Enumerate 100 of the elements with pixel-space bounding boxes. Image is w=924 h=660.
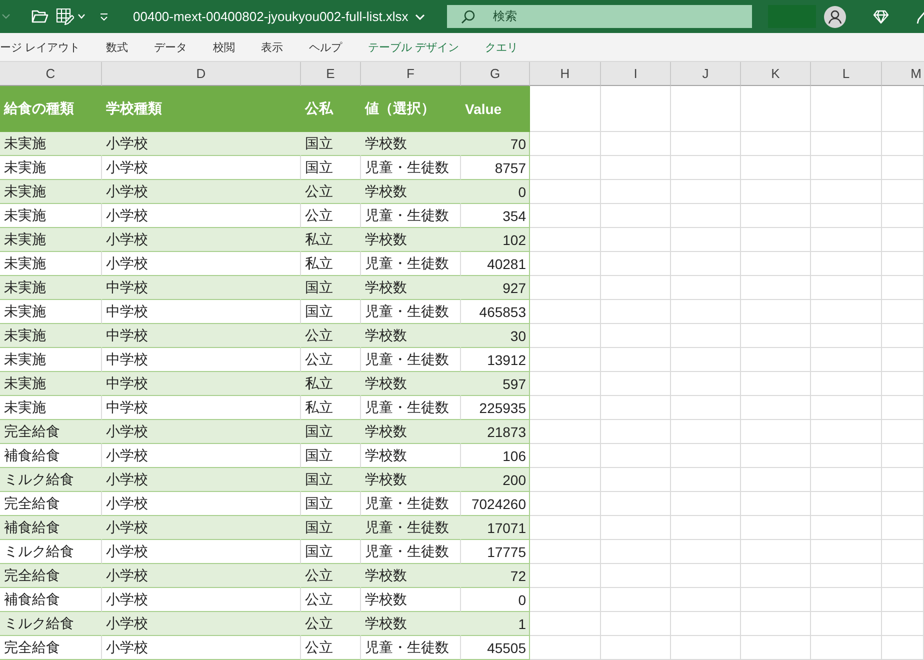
table-cell: 児童・生徒数 bbox=[361, 516, 461, 540]
table-cell: 公立 bbox=[301, 636, 361, 660]
table-cell: 小学校 bbox=[102, 468, 301, 492]
table-cell: 小学校 bbox=[102, 516, 301, 540]
table-cell: 17071 bbox=[461, 516, 530, 540]
table-cell: 354 bbox=[461, 204, 530, 228]
table-cell: 国立 bbox=[301, 420, 361, 444]
table-cell: 私立 bbox=[301, 252, 361, 276]
table-cell: 児童・生徒数 bbox=[361, 300, 461, 324]
column-header[interactable]: F bbox=[361, 62, 461, 86]
table-cell: 30 bbox=[461, 324, 530, 348]
table-cell: 学校数 bbox=[361, 588, 461, 612]
table-cell: 小学校 bbox=[102, 132, 301, 156]
table-cell: 国立 bbox=[301, 540, 361, 564]
column-header[interactable]: I bbox=[601, 62, 671, 86]
table-cell: 完全給食 bbox=[0, 636, 102, 660]
table-cell: 児童・生徒数 bbox=[361, 396, 461, 420]
table-cell: ミルク給食 bbox=[0, 468, 102, 492]
table-cell: 児童・生徒数 bbox=[361, 156, 461, 180]
table-cell: 国立 bbox=[301, 516, 361, 540]
table-cell: 中学校 bbox=[102, 276, 301, 300]
table-cell: 0 bbox=[461, 588, 530, 612]
column-header[interactable]: K bbox=[741, 62, 811, 86]
table-cell: 小学校 bbox=[102, 564, 301, 588]
table-cell: 完全給食 bbox=[0, 420, 102, 444]
column-header[interactable]: M bbox=[882, 62, 924, 86]
table-cell: 未実施 bbox=[0, 372, 102, 396]
table-cell: 学校数 bbox=[361, 132, 461, 156]
column-header[interactable]: G bbox=[461, 62, 530, 86]
ribbon-tab[interactable]: クエリ bbox=[485, 40, 518, 54]
ribbon-tab[interactable]: 校閲 bbox=[213, 40, 236, 54]
column-header[interactable]: C bbox=[0, 62, 102, 86]
table-cell: 中学校 bbox=[102, 300, 301, 324]
table-cell: 小学校 bbox=[102, 228, 301, 252]
ribbon-tab[interactable]: テーブル デザイン bbox=[368, 40, 460, 54]
folder-icon[interactable] bbox=[31, 9, 49, 24]
ribbon-tab[interactable]: 数式 bbox=[106, 40, 128, 54]
column-header[interactable]: H bbox=[530, 62, 601, 86]
customize-icon[interactable] bbox=[100, 12, 108, 20]
table-cell: 中学校 bbox=[102, 348, 301, 372]
table-cell: 106 bbox=[461, 444, 530, 468]
table-cell: 児童・生徒数 bbox=[361, 492, 461, 516]
table-cell: 完全給食 bbox=[0, 492, 102, 516]
table-cell: 国立 bbox=[301, 468, 361, 492]
table-header-cell: 公私 bbox=[301, 86, 361, 132]
table-cell: 国立 bbox=[301, 156, 361, 180]
table-cell: 45505 bbox=[461, 636, 530, 660]
table-cell: 公立 bbox=[301, 564, 361, 588]
table-cell: 70 bbox=[461, 132, 530, 156]
avatar-icon[interactable] bbox=[824, 6, 846, 28]
table-cell: 学校数 bbox=[361, 324, 461, 348]
table-cell: 児童・生徒数 bbox=[361, 204, 461, 228]
table-cell: 公立 bbox=[301, 324, 361, 348]
table-cell: 225935 bbox=[461, 396, 530, 420]
table-cell: 小学校 bbox=[102, 444, 301, 468]
table-cell: 未実施 bbox=[0, 276, 102, 300]
table-cell: 小学校 bbox=[102, 180, 301, 204]
ribbon-tab[interactable]: ージ レイアウト bbox=[0, 40, 80, 54]
table-cell: 72 bbox=[461, 564, 530, 588]
table-cell: 597 bbox=[461, 372, 530, 396]
table-cell: 中学校 bbox=[102, 396, 301, 420]
table-cell: 私立 bbox=[301, 372, 361, 396]
table-cell: 小学校 bbox=[102, 540, 301, 564]
table-cell: 国立 bbox=[301, 492, 361, 516]
table-cell: 未実施 bbox=[0, 324, 102, 348]
table-cell: 補食給食 bbox=[0, 444, 102, 468]
table-cell: 児童・生徒数 bbox=[361, 540, 461, 564]
table-cell: 40281 bbox=[461, 252, 530, 276]
table-cell: 小学校 bbox=[102, 420, 301, 444]
table-cell: 未実施 bbox=[0, 348, 102, 372]
table-cell: 学校数 bbox=[361, 420, 461, 444]
table-cell: 児童・生徒数 bbox=[361, 252, 461, 276]
column-header[interactable]: D bbox=[102, 62, 301, 86]
table-cell: 私立 bbox=[301, 396, 361, 420]
column-header[interactable]: L bbox=[811, 62, 882, 86]
table-cell: 学校数 bbox=[361, 564, 461, 588]
table-cell: 未実施 bbox=[0, 204, 102, 228]
table-cell: 1 bbox=[461, 612, 530, 636]
column-header[interactable]: E bbox=[301, 62, 361, 86]
column-header[interactable]: J bbox=[671, 62, 741, 86]
table-cell: 未実施 bbox=[0, 396, 102, 420]
diamond-icon[interactable] bbox=[873, 10, 889, 24]
table-edit-icon[interactable] bbox=[56, 8, 74, 26]
document-title[interactable]: 00400-mext-00400802-jyoukyou002-full-list.xlsx bbox=[133, 9, 426, 24]
table-cell: 国立 bbox=[301, 276, 361, 300]
table-cell: 未実施 bbox=[0, 228, 102, 252]
ribbon-tab[interactable]: ヘルプ bbox=[309, 40, 342, 54]
ribbon-tab[interactable]: データ bbox=[154, 40, 188, 54]
search-field[interactable]: 検索 bbox=[447, 5, 752, 28]
table-cell: 国立 bbox=[301, 444, 361, 468]
table-cell: 465853 bbox=[461, 300, 530, 324]
ribbon-tab[interactable]: 表示 bbox=[261, 40, 284, 54]
table-cell: 学校数 bbox=[361, 228, 461, 252]
table-cell: 小学校 bbox=[102, 252, 301, 276]
table-cell: 小学校 bbox=[102, 156, 301, 180]
table-cell: 102 bbox=[461, 228, 530, 252]
table-cell: 公立 bbox=[301, 612, 361, 636]
table-cell: 小学校 bbox=[102, 588, 301, 612]
table-cell: 私立 bbox=[301, 228, 361, 252]
search-icon bbox=[461, 10, 475, 24]
